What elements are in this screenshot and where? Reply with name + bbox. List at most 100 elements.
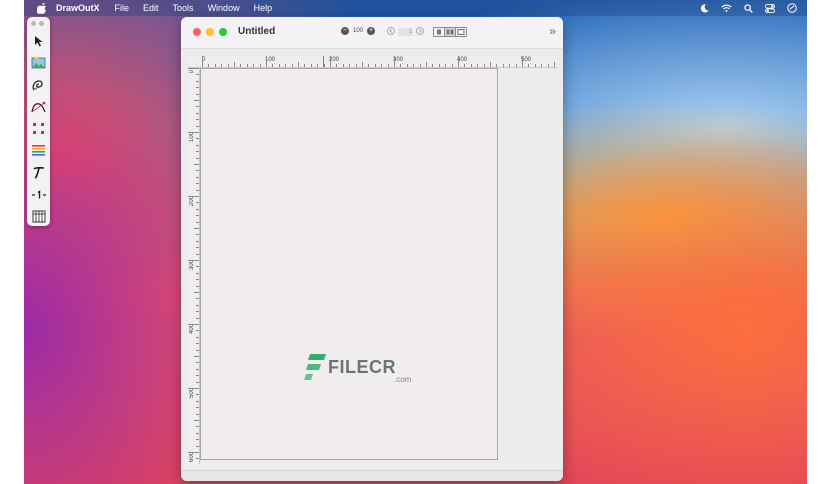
app-menu[interactable]: DrawOutX [56,0,100,16]
ruler-tick [502,64,504,67]
ruler-tick [253,64,255,67]
siri-icon[interactable] [787,3,797,13]
ruler-tick [336,64,338,67]
page-number-field[interactable]: 1 [398,28,413,36]
ruler-label: 400 [189,324,195,335]
ruler-tick [400,64,402,67]
control-center-icon[interactable] [765,3,775,13]
ruler-tick [196,138,199,140]
ruler-tick [221,64,223,67]
ruler-tick [196,221,199,223]
number-tool-icon[interactable] [29,185,48,204]
ruler-tick [194,228,199,229]
ruler-tick [196,413,199,415]
ruler-tick [196,279,199,281]
next-page-icon[interactable] [416,27,424,37]
ruler-tick [188,132,199,133]
menu-file[interactable]: File [115,0,130,16]
ruler-tick [266,56,267,67]
ruler-tick [196,170,199,172]
toolbar-overflow-button[interactable]: » [549,24,556,38]
ruler-tick [196,144,199,146]
search-icon[interactable] [744,3,753,13]
watermark-brand: FILECR [328,356,396,377]
ruler-tick [196,394,199,396]
ruler-tick [194,164,199,165]
ruler-tick [496,64,498,67]
tool-palette [27,17,50,226]
menu-tools[interactable]: Tools [173,0,194,16]
ruler-tick [196,253,199,255]
watermark-suffix: .com [394,375,412,384]
ruler-tick [196,106,199,108]
text-tool-icon[interactable] [29,163,48,182]
ruler-tick [451,64,453,67]
minimize-button[interactable] [206,28,214,36]
ruler-tick [214,64,216,67]
zoom-window-button[interactable] [219,28,227,36]
zoom-in-icon[interactable]: + [367,27,376,35]
ruler-tick [196,183,199,185]
table-tool-icon[interactable] [29,207,48,226]
ruler-tick [188,324,199,325]
bezier-tool-icon[interactable] [29,97,48,116]
grid-view-icon[interactable] [456,28,466,36]
close-button[interactable] [193,28,201,36]
ruler-tick [196,189,199,191]
wifi-icon[interactable] [721,4,732,13]
ruler-tick [298,62,299,67]
menu-window[interactable]: Window [208,0,240,16]
menu-edit[interactable]: Edit [143,0,159,16]
menu-help[interactable]: Help [254,0,273,16]
dark-mode-moon-icon[interactable] [700,3,709,13]
ruler-tick [196,208,199,210]
ruler-tick [196,343,199,345]
ruler-tick [194,100,199,101]
drawing-canvas-area[interactable] [200,68,557,464]
ruler-tick [470,64,472,67]
zoom-out-icon[interactable]: − [341,27,349,35]
freehand-tool-icon[interactable] [29,75,48,94]
ruler-position-marker [323,56,324,67]
ruler-tick [406,64,408,67]
ruler-tick [515,64,517,67]
ruler-tick [490,62,491,67]
ruler-tick [234,62,235,67]
two-page-view-icon[interactable] [445,28,456,36]
ruler-tick [438,64,440,67]
select-arrow-icon[interactable] [29,31,48,50]
document-window: Untitled − 100 + 1 » 0 100 200 300 400 5… [181,17,563,481]
ruler-tick [196,202,199,204]
view-mode-segmented-control [433,27,467,37]
ruler-tick [413,64,415,67]
ruler-tick [188,452,199,453]
selection-handles-icon[interactable] [29,119,48,138]
image-tool-icon[interactable] [29,53,48,72]
ruler-tick [317,64,319,67]
ruler-tick [196,400,199,402]
palette-minimize-button[interactable] [39,21,44,26]
ruler-tick [196,426,199,428]
ruler-tick [196,247,199,249]
ruler-tick [349,64,351,67]
palette-close-button[interactable] [31,21,36,26]
ruler-tick [194,292,199,293]
ruler-tick [310,64,312,67]
single-page-view-icon[interactable] [434,28,445,36]
ruler-tick [304,64,306,67]
ruler-tick [196,349,199,351]
ruler-tick [509,64,511,67]
ruler-tick [534,64,536,67]
ruler-tick [196,151,199,153]
ruler-tick [196,304,199,306]
ruler-tick [196,445,199,447]
zoom-control: − 100 + [341,27,376,35]
filecr-watermark: FILECR .com [302,352,411,384]
previous-page-icon[interactable] [387,27,395,37]
ruler-tick [464,64,466,67]
apple-menu-icon[interactable] [36,2,48,14]
document-page[interactable] [200,68,498,460]
ruler-tick [285,64,287,67]
lines-tool-icon[interactable] [29,141,48,160]
ruler-tick [196,330,199,332]
